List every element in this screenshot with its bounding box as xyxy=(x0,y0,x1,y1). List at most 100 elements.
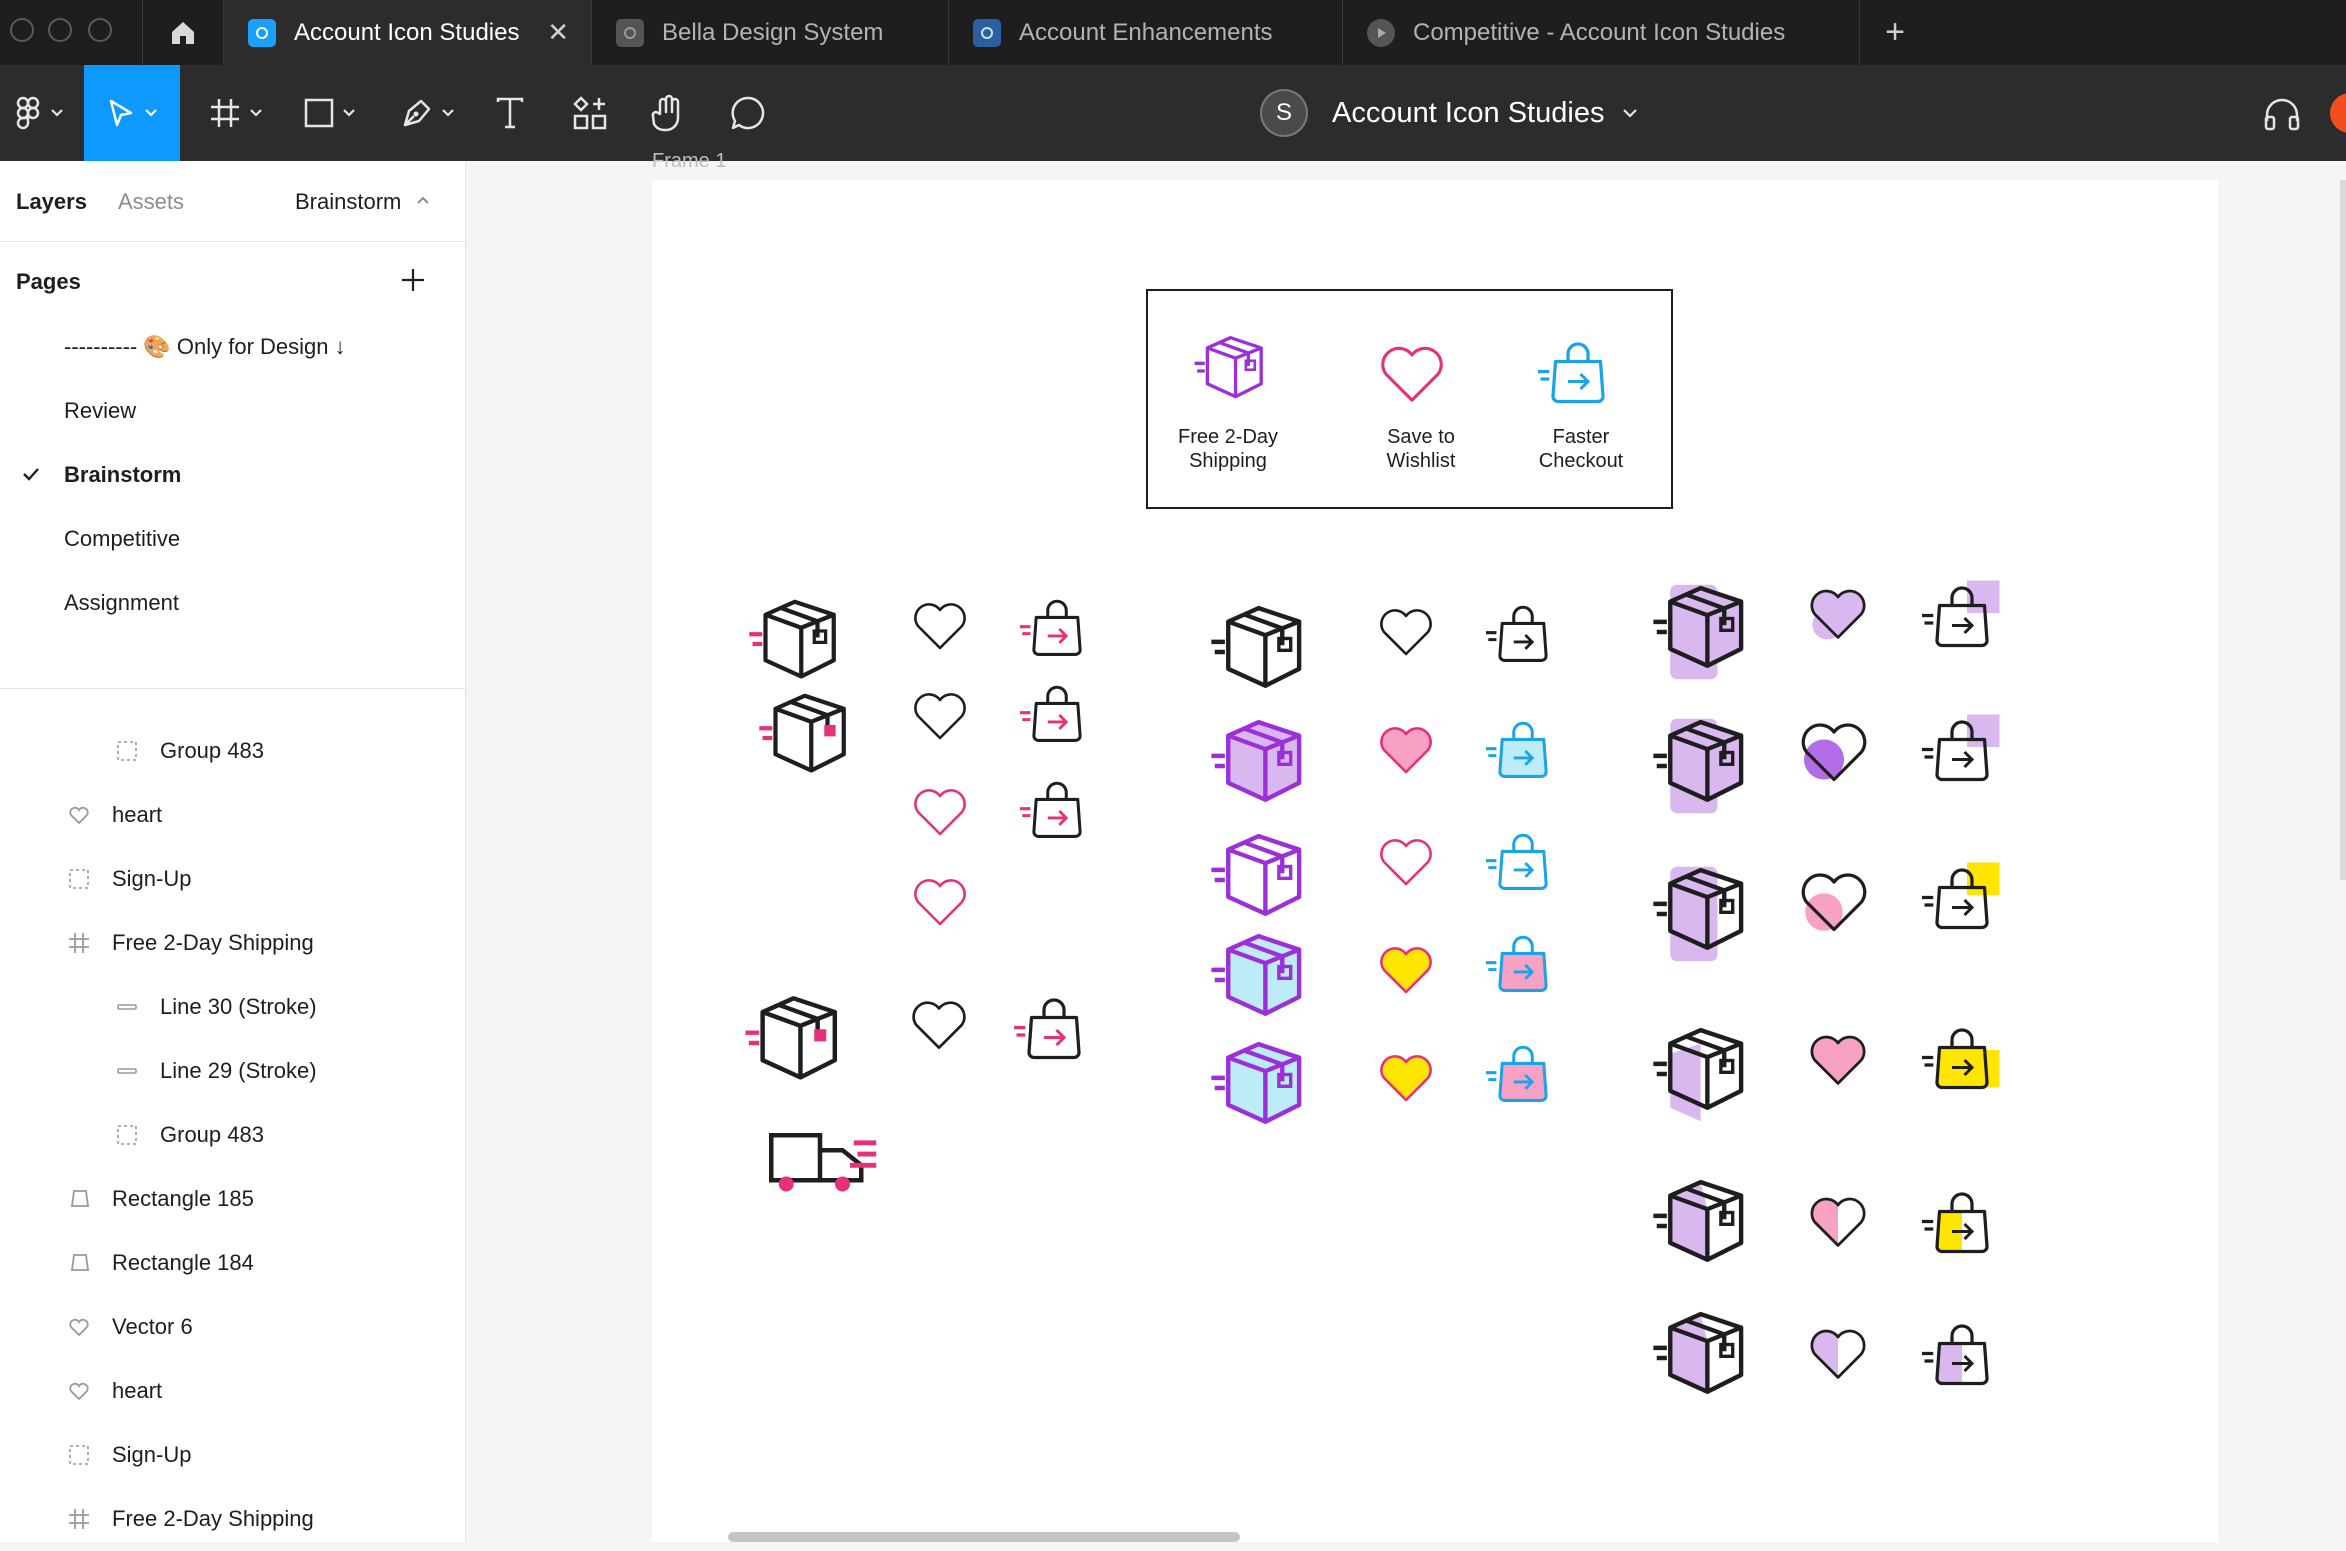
heart-icon[interactable] xyxy=(1374,336,1450,412)
text-tool-button[interactable] xyxy=(480,65,540,161)
tab-layers[interactable]: Layers xyxy=(16,189,87,215)
box-icon[interactable] xyxy=(1650,578,1758,686)
heart-icon[interactable] xyxy=(1374,938,1438,1002)
heart-icon[interactable] xyxy=(908,870,972,934)
avatar[interactable]: S xyxy=(1260,89,1308,137)
frame-icon xyxy=(66,1506,92,1532)
box-icon[interactable] xyxy=(1208,712,1316,820)
box-icon[interactable] xyxy=(1650,1304,1758,1412)
layer-row[interactable]: Sign-Up xyxy=(0,1423,466,1487)
home-tab[interactable] xyxy=(142,0,224,65)
shopping-bag-icon[interactable] xyxy=(1538,334,1618,414)
layer-row[interactable]: Rectangle 184 xyxy=(0,1231,466,1295)
frame-label[interactable]: Frame 1 xyxy=(652,150,726,173)
new-tab-button[interactable]: + xyxy=(1860,0,1930,65)
heart-icon[interactable] xyxy=(1374,718,1438,782)
layer-row[interactable]: Line 29 (Stroke) xyxy=(0,1039,466,1103)
shopping-bag-icon[interactable] xyxy=(1020,592,1094,666)
horizontal-scrollbar[interactable] xyxy=(728,1532,1240,1542)
page-item-only-for-design[interactable]: ---------- 🎨 Only for Design ↓ xyxy=(0,315,466,379)
heart-icon[interactable] xyxy=(1804,1188,1872,1256)
shopping-bag-icon[interactable] xyxy=(1922,1316,2002,1396)
shopping-bag-icon[interactable] xyxy=(1922,712,2002,792)
comment-tool-button[interactable] xyxy=(716,65,780,161)
shopping-bag-icon[interactable] xyxy=(1922,1020,2002,1100)
box-icon[interactable] xyxy=(1208,826,1316,934)
hand-tool-button[interactable] xyxy=(636,65,700,161)
box-icon[interactable] xyxy=(1208,1034,1316,1142)
move-tool-button[interactable] xyxy=(84,65,180,161)
box-icon[interactable] xyxy=(1650,712,1758,820)
pen-tool-button[interactable] xyxy=(388,65,468,161)
vertical-scrollbar[interactable] xyxy=(2340,180,2346,880)
tab-account-enhancements[interactable]: Account Enhancements xyxy=(949,0,1343,65)
heart-icon[interactable] xyxy=(1804,1320,1872,1388)
main-menu-button[interactable] xyxy=(0,65,80,161)
heart-icon[interactable] xyxy=(1374,830,1438,894)
tab-competitive[interactable]: Competitive - Account Icon Studies xyxy=(1343,0,1860,65)
shopping-bag-icon[interactable] xyxy=(1020,678,1094,752)
layer-row[interactable]: Group 483 xyxy=(0,719,466,783)
page-item-assignment[interactable]: Assignment xyxy=(0,571,466,635)
box-icon[interactable] xyxy=(1650,1172,1758,1280)
box-icon[interactable] xyxy=(756,686,860,790)
heart-icon[interactable] xyxy=(1794,712,1874,792)
page-item-competitive[interactable]: Competitive xyxy=(0,507,466,571)
page-item-brainstorm[interactable]: Brainstorm xyxy=(0,443,466,507)
shopping-bag-icon[interactable] xyxy=(1486,714,1560,788)
shopping-bag-icon[interactable] xyxy=(1486,928,1560,1002)
layer-row[interactable]: Line 30 (Stroke) xyxy=(0,975,466,1039)
box-icon[interactable] xyxy=(742,988,852,1098)
heart-icon[interactable] xyxy=(908,684,972,748)
layer-row[interactable]: Sign-Up xyxy=(0,847,466,911)
user-avatar-partial[interactable] xyxy=(2330,93,2346,133)
frame-tool-icon xyxy=(211,99,239,127)
delivery-truck-icon[interactable] xyxy=(760,1094,880,1214)
tab-bella-design-system[interactable]: Bella Design System xyxy=(592,0,949,65)
heart-icon[interactable] xyxy=(908,780,972,844)
page-selector[interactable]: Brainstorm xyxy=(295,189,401,215)
shopping-bag-icon[interactable] xyxy=(1020,774,1094,848)
layer-row[interactable]: Vector 6 xyxy=(0,1295,466,1359)
window-close-button[interactable] xyxy=(10,18,34,42)
page-item-review[interactable]: Review xyxy=(0,379,466,443)
frame-tool-button[interactable] xyxy=(196,65,276,161)
shopping-bag-icon[interactable] xyxy=(1486,598,1560,672)
tab-account-icon-studies[interactable]: Account Icon Studies ✕ xyxy=(224,0,592,65)
resources-button[interactable] xyxy=(560,65,620,161)
shopping-bag-icon[interactable] xyxy=(1922,860,2002,940)
heart-icon[interactable] xyxy=(1794,862,1874,942)
heart-icon[interactable] xyxy=(1374,1046,1438,1110)
shopping-bag-icon[interactable] xyxy=(1014,990,1094,1070)
heart-icon[interactable] xyxy=(1804,1026,1872,1094)
audio-button[interactable] xyxy=(2250,65,2314,161)
box-icon[interactable] xyxy=(1650,1020,1758,1128)
shopping-bag-icon[interactable] xyxy=(1922,1184,2002,1264)
layer-row[interactable]: Free 2-Day Shipping xyxy=(0,1487,466,1551)
shape-tool-button[interactable] xyxy=(290,65,370,161)
layer-row[interactable]: heart xyxy=(0,1359,466,1423)
layer-row[interactable]: Rectangle 185 xyxy=(0,1167,466,1231)
layer-row[interactable]: Group 483 xyxy=(0,1103,466,1167)
heart-icon[interactable] xyxy=(1374,600,1438,664)
layer-row[interactable]: heart xyxy=(0,783,466,847)
box-icon[interactable] xyxy=(1650,860,1758,968)
box-icon[interactable] xyxy=(1208,926,1316,1034)
heart-icon[interactable] xyxy=(1804,580,1872,648)
shopping-bag-icon[interactable] xyxy=(1486,1038,1560,1112)
window-minimize-button[interactable] xyxy=(48,18,72,42)
box-icon[interactable] xyxy=(1192,330,1274,412)
heart-icon[interactable] xyxy=(906,992,972,1058)
shopping-bag-icon[interactable] xyxy=(1486,826,1560,900)
file-title-menu[interactable]: S Account Icon Studies xyxy=(1260,65,1680,161)
chevron-up-icon[interactable] xyxy=(416,195,430,205)
close-tab-icon[interactable]: ✕ xyxy=(547,17,569,48)
shopping-bag-icon[interactable] xyxy=(1922,578,2002,658)
heart-icon[interactable] xyxy=(908,594,972,658)
tab-assets[interactable]: Assets xyxy=(118,189,184,215)
box-icon[interactable] xyxy=(746,592,850,696)
layer-row[interactable]: Free 2-Day Shipping xyxy=(0,911,466,975)
box-icon[interactable] xyxy=(1208,598,1316,706)
window-zoom-button[interactable] xyxy=(88,18,112,42)
add-page-icon[interactable] xyxy=(400,267,426,293)
